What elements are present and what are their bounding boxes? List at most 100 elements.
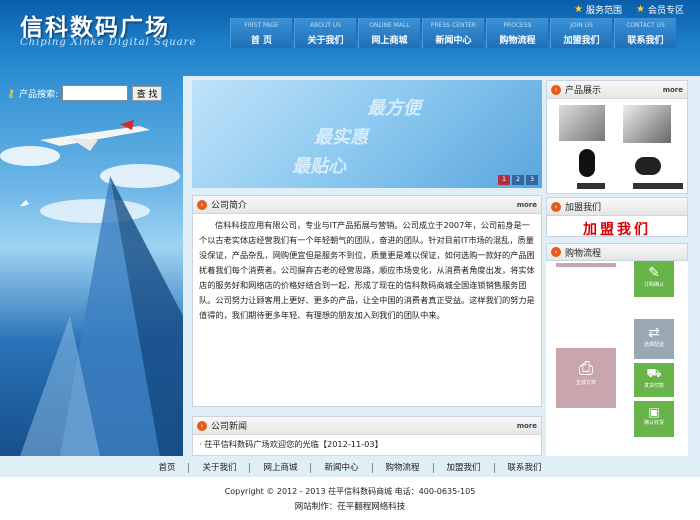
banner-page-1[interactable]: 1 bbox=[498, 175, 510, 185]
checklist-icon: ✎ bbox=[648, 265, 660, 281]
footer-link-mall[interactable]: 网上商城 bbox=[250, 463, 312, 473]
products-header: › 产品展示 more bbox=[547, 81, 687, 99]
service-scope-label: 服务范围 bbox=[586, 6, 623, 16]
flow-step-delivery: ⇄ 选择配送 bbox=[634, 319, 674, 359]
nav-en-label: FIRST PAGE bbox=[244, 22, 279, 29]
header: 信科数码广场 Chiping Xinke Digital Square ★ 服务范… bbox=[0, 0, 700, 76]
news-header: › 公司新闻 more bbox=[193, 417, 541, 435]
news-item[interactable]: · 茌平信科数码广场欢迎您的光临【2012-11-03】 bbox=[193, 435, 541, 453]
intro-title: 公司简介 bbox=[211, 201, 248, 211]
products-title: 产品展示 bbox=[565, 86, 602, 96]
right-sidebar: › 产品展示 more › 加盟我们 加盟我们 › 购物流程 ✎ 订购确认 ⇄ 选择… bbox=[546, 80, 688, 456]
power-supply-image[interactable] bbox=[559, 105, 605, 141]
slogan-2: 最实惠 bbox=[314, 127, 368, 148]
member-zone-label: 会员专区 bbox=[647, 6, 684, 16]
arrow-icon: › bbox=[551, 84, 561, 95]
box-icon: ▣ bbox=[648, 405, 660, 419]
search-label: 产品搜索: bbox=[19, 89, 59, 100]
service-scope-link[interactable]: ★ 服务范围 bbox=[574, 3, 622, 16]
star-icon: ★ bbox=[574, 4, 583, 15]
footer-link-join[interactable]: 加盟我们 bbox=[434, 463, 495, 473]
footer-link-home[interactable]: 首页 bbox=[145, 463, 190, 473]
nav-en-label: JOIN US bbox=[570, 22, 593, 29]
slogan-1: 最方便 bbox=[367, 98, 421, 119]
mouse-image[interactable] bbox=[635, 157, 661, 175]
flow-top-bar bbox=[556, 263, 616, 267]
flow-step-confirm: ✎ 订购确认 bbox=[634, 261, 674, 297]
nav-cn-label: 关于我们 bbox=[307, 36, 344, 46]
join-title: 加盟我们 bbox=[565, 203, 602, 213]
banner-page-2[interactable]: 2 bbox=[512, 175, 524, 185]
mouse-image[interactable] bbox=[579, 149, 595, 177]
search-button[interactable]: 查 找 bbox=[132, 85, 163, 101]
nav-item-about[interactable]: ABOUT US 关于我们 bbox=[294, 18, 356, 48]
arrow-icon: › bbox=[197, 420, 207, 431]
nav-cn-label: 加盟我们 bbox=[563, 36, 600, 46]
nav-cn-label: 购物流程 bbox=[499, 36, 536, 46]
slogan-3: 最贴心 bbox=[292, 156, 346, 177]
intro-text: 信科科技应用有限公司，专业与IT产品拓展与营销。公司成立于2007年，公司前身是… bbox=[199, 220, 535, 320]
company-intro: › 公司简介 more 信科科技应用有限公司，专业与IT产品拓展与营销。公司成立… bbox=[192, 195, 542, 407]
nav-en-label: ONLINE MALL bbox=[369, 22, 410, 29]
flow-step-receipt: ▣ 确认收货 bbox=[634, 401, 674, 437]
products-more-link[interactable]: more bbox=[663, 86, 683, 94]
nav-item-home[interactable]: FIRST PAGE 首 页 bbox=[230, 18, 292, 48]
flow-step-label: 生成订单 bbox=[575, 380, 596, 386]
main-nav: FIRST PAGE 首 页 ABOUT US 关于我们 ONLINE MALL 网上… bbox=[230, 18, 678, 48]
flow-step-label: 确认收货 bbox=[643, 420, 664, 426]
main-content: 最方便 最实惠 最贴心 1 2 3 › 公司简介 more 信科科技应用有限公司… bbox=[192, 80, 542, 456]
nav-item-process[interactable]: PROCESS 购物流程 bbox=[486, 18, 548, 48]
nav-item-join[interactable]: JOIN US 加盟我们 bbox=[550, 18, 612, 48]
nav-item-mall[interactable]: ONLINE MALL 网上商城 bbox=[358, 18, 420, 48]
flow-step-payment: ⛟ 发货付款 bbox=[634, 363, 674, 397]
footer-link-about[interactable]: 关于我们 bbox=[189, 463, 251, 473]
arrow-icon: › bbox=[551, 247, 561, 257]
power-supply-image[interactable] bbox=[623, 105, 671, 143]
flow-step-label: 发货付款 bbox=[643, 383, 664, 389]
arrow-icon: › bbox=[551, 201, 561, 212]
hero-banner[interactable]: 最方便 最实惠 最贴心 1 2 3 bbox=[192, 80, 542, 188]
join-us-banner[interactable]: 加盟我们 bbox=[547, 219, 687, 239]
site-credit: 网站制作：茌平翻程网络科技 bbox=[294, 502, 406, 512]
flow-title: 购物流程 bbox=[565, 248, 602, 259]
product-showcase: › 产品展示 more bbox=[546, 80, 688, 194]
copyright-text: Copyright © 2012 - 2013 茌平信科数码商城 电话：400-… bbox=[224, 487, 476, 496]
intro-header: › 公司简介 more bbox=[193, 196, 541, 214]
footer-link-contact[interactable]: 联系我们 bbox=[495, 463, 555, 473]
intro-more-link[interactable]: more bbox=[517, 201, 537, 209]
news-title: 公司新闻 bbox=[211, 422, 248, 432]
city-illustration bbox=[0, 120, 183, 456]
arrow-icon: › bbox=[197, 199, 207, 210]
truck-icon: ⛟ bbox=[646, 366, 662, 380]
printer-icon: ⎙ bbox=[578, 358, 594, 379]
join-us-box: › 加盟我们 加盟我们 bbox=[546, 197, 688, 239]
keyboard-image[interactable] bbox=[633, 183, 683, 189]
footer-link-news[interactable]: 新闻中心 bbox=[311, 463, 373, 473]
nav-cn-label: 网上商城 bbox=[371, 36, 408, 46]
company-news: › 公司新闻 more · 茌平信科数码广场欢迎您的光临【2012-11-03】 bbox=[192, 416, 542, 456]
nav-en-label: CONTACT US bbox=[626, 22, 665, 29]
nav-cn-label: 联系我们 bbox=[627, 36, 664, 46]
flow-header: › 购物流程 bbox=[546, 243, 688, 261]
nav-cn-label: 首 页 bbox=[250, 36, 273, 46]
footer-link-process[interactable]: 购物流程 bbox=[373, 463, 434, 473]
nav-en-label: ABOUT US bbox=[309, 22, 341, 29]
footer-nav: 首页 关于我们 网上商城 新闻中心 购物流程 加盟我们 联系我们 bbox=[0, 459, 700, 477]
banner-pager: 1 2 3 bbox=[498, 175, 538, 185]
site-logo-english: Chiping Xinke Digital Square bbox=[20, 37, 197, 48]
member-zone-link[interactable]: ★ 会员专区 bbox=[636, 3, 684, 16]
flow-step-label: 订购确认 bbox=[643, 282, 664, 288]
nav-en-label: PROCESS bbox=[503, 22, 532, 29]
banner-page-3[interactable]: 3 bbox=[526, 175, 538, 185]
star-icon: ★ bbox=[636, 4, 645, 15]
search-input[interactable] bbox=[62, 85, 129, 101]
top-links: ★ 服务范围 ★ 会员专区 bbox=[574, 3, 684, 16]
footer: Copyright © 2012 - 2013 茌平信科数码商城 电话：400-… bbox=[0, 477, 700, 520]
nav-item-contact[interactable]: CONTACT US 联系我们 bbox=[614, 18, 676, 48]
nav-item-news[interactable]: PRESS CENTER 新闻中心 bbox=[422, 18, 484, 48]
news-more-link[interactable]: more bbox=[517, 422, 537, 430]
shopping-process: › 购物流程 ✎ 订购确认 ⇄ 选择配送 ⛟ 发货付款 ⎙ 生成订单 ▣ 确认收货 bbox=[546, 243, 688, 456]
key-icon: ⚷ bbox=[7, 86, 16, 100]
nav-cn-label: 新闻中心 bbox=[435, 36, 472, 46]
keyboard-image[interactable] bbox=[577, 183, 605, 189]
